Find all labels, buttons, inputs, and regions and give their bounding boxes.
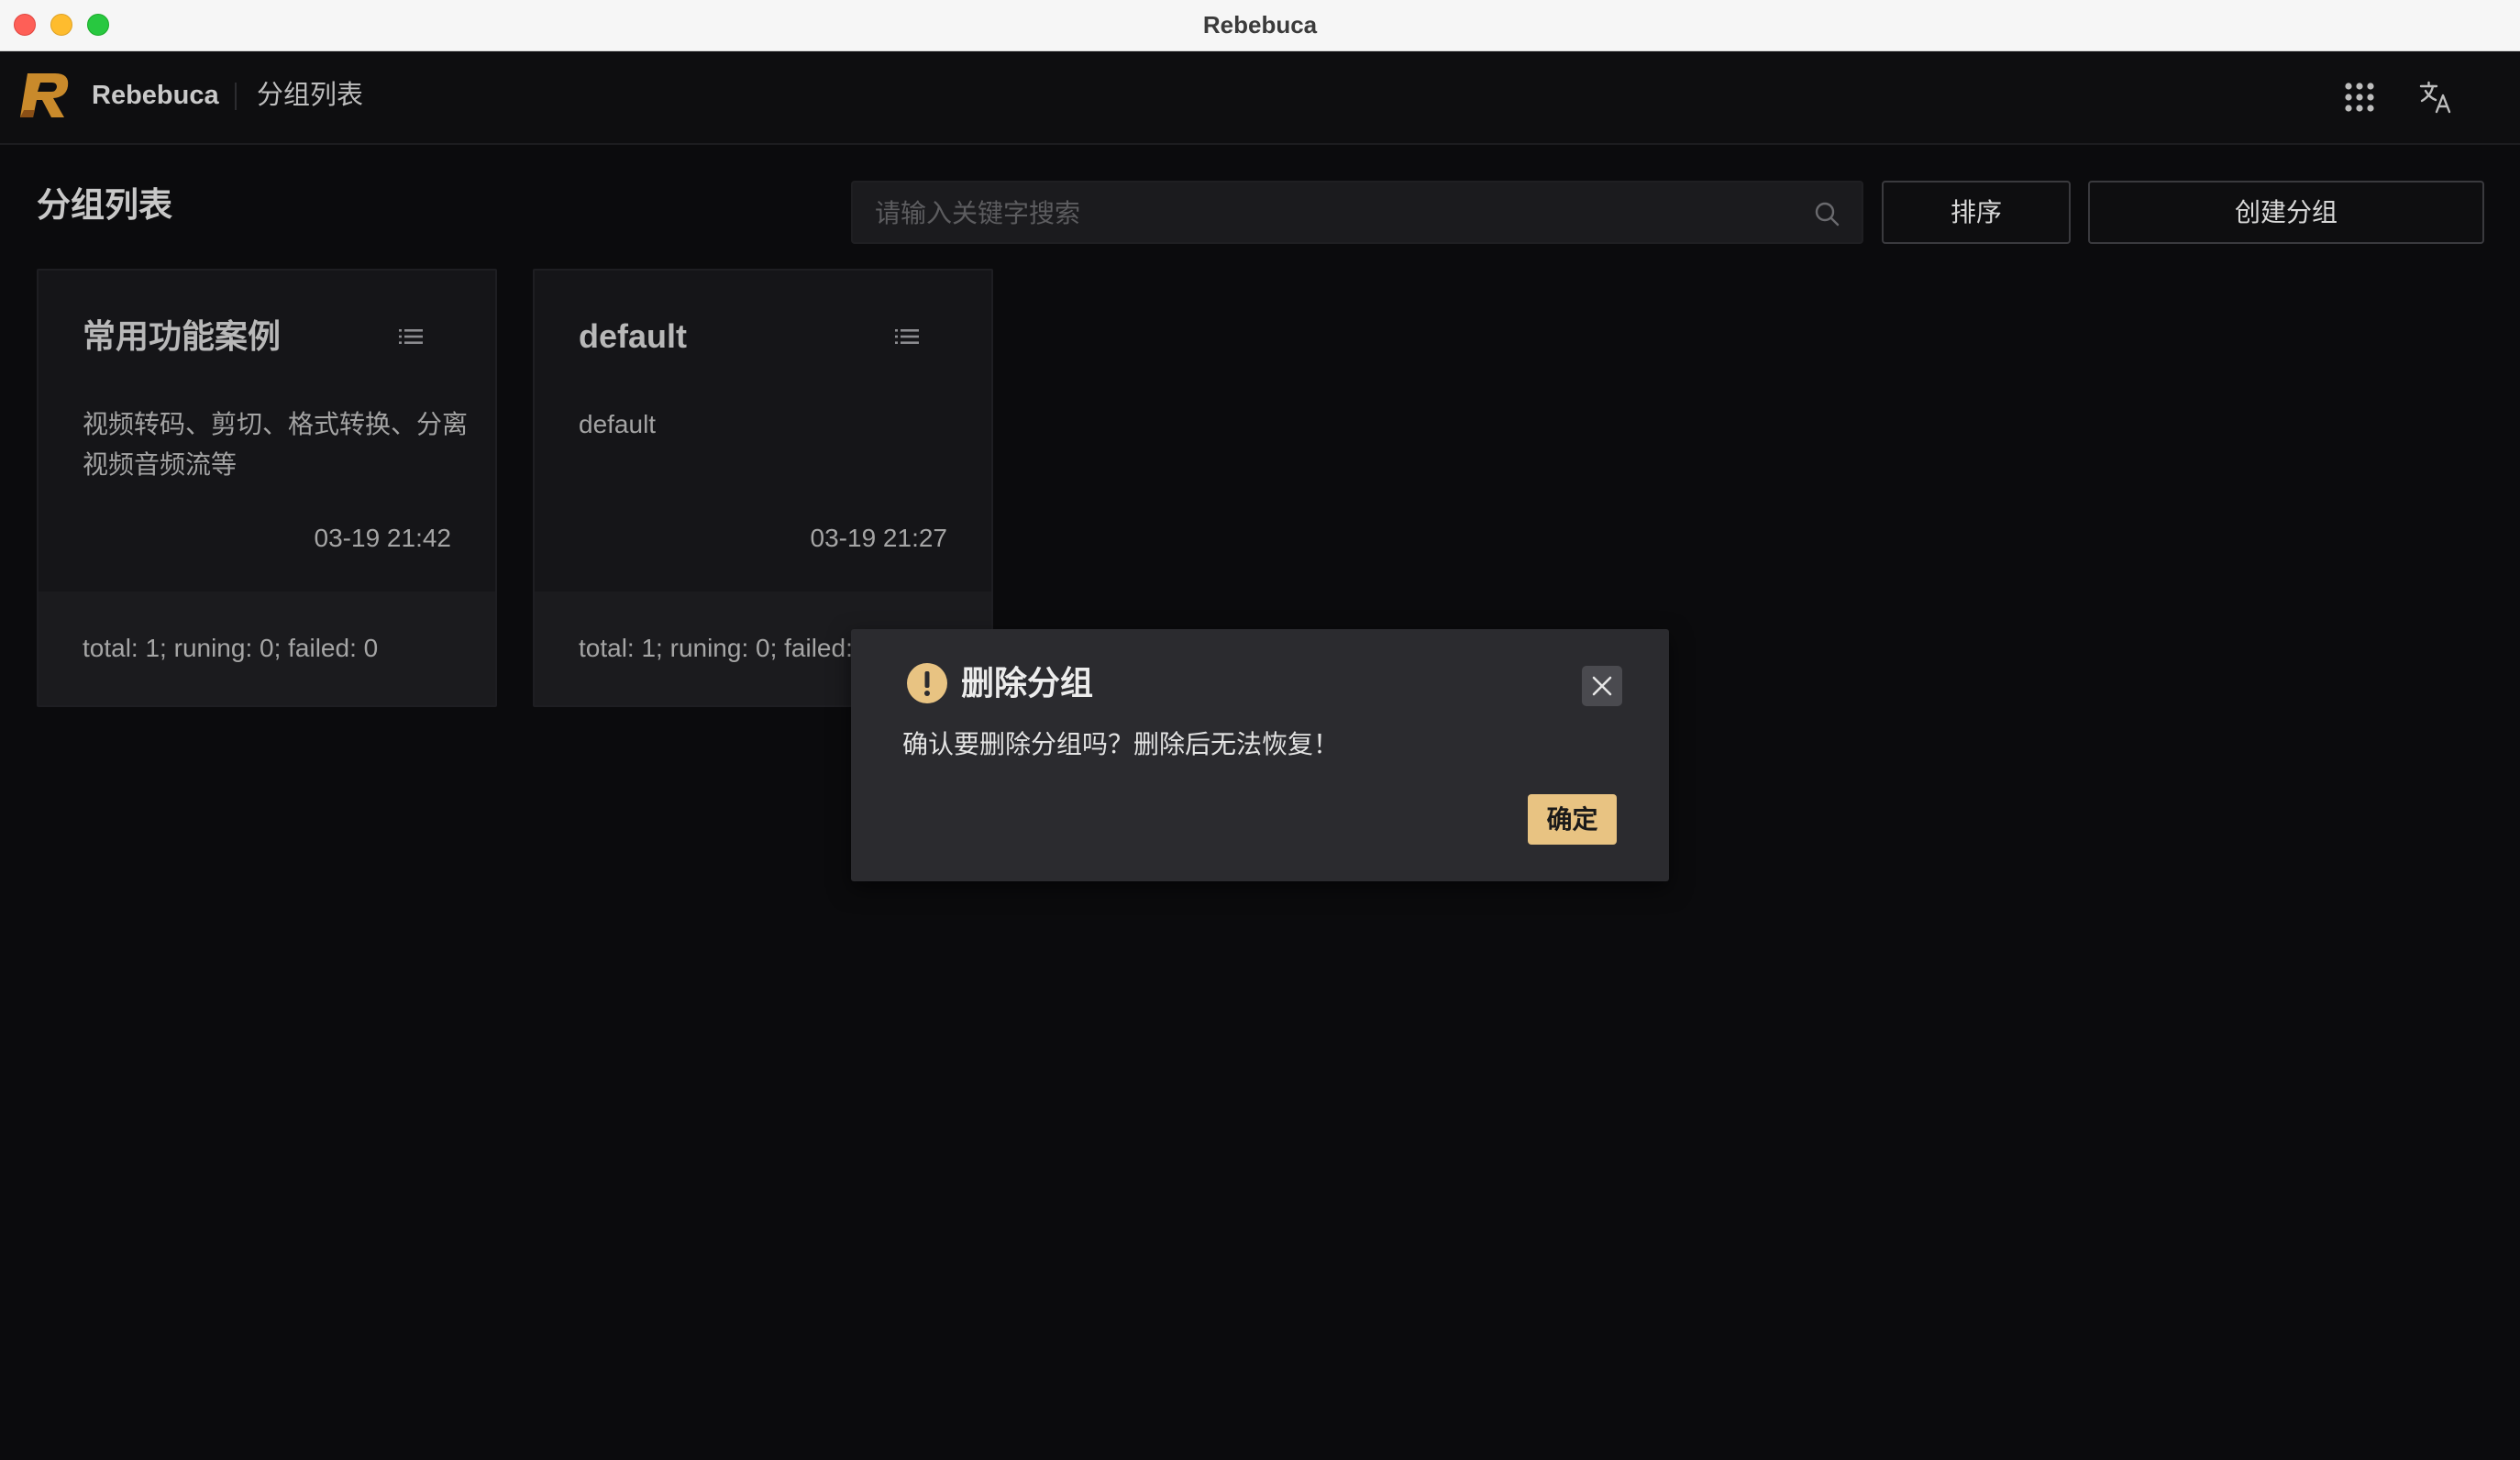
header-divider [235, 83, 237, 110]
dialog-title: 删除分组 [961, 664, 1094, 702]
window-titlebar: Rebebuca [0, 0, 2520, 51]
page-title: 分组列表 [37, 186, 172, 224]
group-stats: total: 1; runing: 0; failed: 0 [579, 634, 875, 662]
dialog-close-button[interactable] [1582, 666, 1622, 706]
delete-group-dialog: 删除分组 确认要删除分组吗？删除后无法恢复！ 确定 [851, 629, 1669, 881]
group-card[interactable]: 常用功能案例 视频转码、剪切、格式转换、分离视频音频流等 03-19 21:42… [37, 269, 497, 707]
dialog-message: 确认要删除分组吗？删除后无法恢复！ [902, 730, 1340, 758]
search-icon[interactable] [1814, 201, 1840, 227]
list-menu-icon[interactable] [894, 326, 920, 348]
group-timestamp: 03-19 21:42 [314, 524, 451, 552]
breadcrumb[interactable]: 分组列表 [257, 79, 363, 112]
translate-icon[interactable] [2418, 79, 2455, 116]
window-title: Rebebuca [1202, 11, 1318, 39]
apps-grid-icon[interactable] [2341, 79, 2378, 116]
close-icon [1592, 676, 1612, 696]
group-description: default [579, 410, 657, 438]
group-card-footer: total: 1; runing: 0; failed: 0 [39, 592, 495, 705]
group-stats: total: 1; runing: 0; failed: 0 [83, 634, 379, 662]
group-title: 常用功能案例 [83, 317, 282, 355]
rebebuca-logo-icon[interactable] [18, 70, 73, 121]
group-description: 视频转码、剪切、格式转换、分离视频音频流等 [83, 410, 469, 479]
warning-icon [907, 663, 947, 703]
list-menu-icon[interactable] [398, 326, 424, 348]
confirm-button[interactable]: 确定 [1528, 794, 1617, 845]
create-group-button[interactable]: 创建分组 [2088, 181, 2484, 244]
app-header: Rebebuca 分组列表 [0, 51, 2520, 145]
search-input[interactable] [873, 182, 1794, 244]
sort-button[interactable]: 排序 [1882, 181, 2071, 244]
app-name[interactable]: Rebebuca [92, 79, 219, 112]
app-window: Rebebuca Rebebuca 分组列表 分组列表 请输入关键字搜索 排序 … [0, 0, 2520, 1460]
group-title: default [579, 317, 688, 355]
search-box [851, 181, 1863, 244]
group-timestamp: 03-19 21:27 [810, 524, 947, 552]
